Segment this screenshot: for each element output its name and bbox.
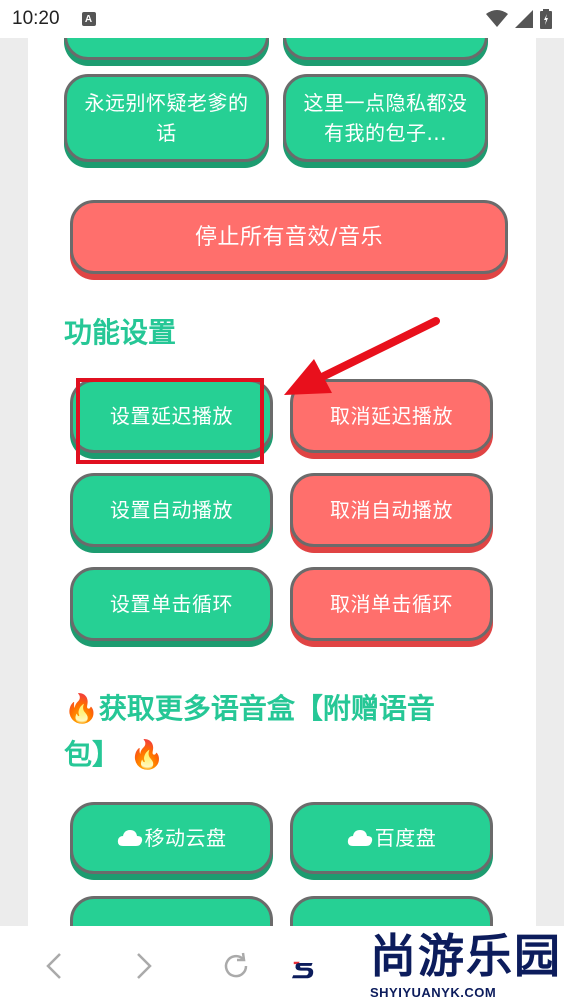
sound-button-label: 这里一点隐私都没有我的包子... (303, 91, 468, 145)
cloud-icon (347, 830, 372, 846)
notification-icon: A (81, 12, 96, 26)
wifi-icon (486, 10, 508, 27)
download-button-partial[interactable] (70, 896, 273, 926)
baidu-button[interactable]: 百度盘 (290, 802, 493, 874)
mobile-cloud-button[interactable]: 移动云盘 (70, 802, 273, 874)
sound-button-partial[interactable] (283, 38, 488, 60)
chevron-right-icon (137, 953, 152, 979)
cloud-icon (117, 830, 142, 846)
stop-all-button[interactable]: 停止所有音效/音乐 (70, 200, 508, 274)
stop-all-label: 停止所有音效/音乐 (195, 224, 383, 250)
set-auto-button[interactable]: 设置自动播放 (70, 473, 273, 547)
reload-icon (224, 952, 248, 978)
watermark-subtext: SHYIYUANYK.COM (370, 985, 497, 1000)
watermark-logo-icon (292, 961, 314, 979)
sound-button-label: 永远别怀疑老爹的话 (84, 91, 249, 145)
cancel-auto-button[interactable]: 取消自动播放 (290, 473, 493, 547)
sound-button-partial[interactable] (64, 38, 269, 60)
chevron-left-icon (46, 953, 61, 979)
more-title-line2-wrap: 包】 🔥 (64, 733, 165, 777)
cancel-auto-label: 取消自动播放 (330, 498, 453, 522)
back-button[interactable] (36, 948, 72, 984)
status-time: 10:20 (12, 8, 60, 29)
settings-title: 功能设置 (64, 316, 177, 349)
watermark-text: 尚游乐园 (370, 929, 562, 983)
set-auto-label: 设置自动播放 (110, 498, 233, 522)
more-title-line1: 获取更多语音盒【附赠语音 (98, 692, 435, 725)
highlight-box (76, 378, 264, 464)
download-button-partial[interactable] (290, 896, 493, 926)
sound-button[interactable]: 永远别怀疑老爹的话 (64, 74, 269, 162)
cancel-delay-label: 取消延迟播放 (330, 404, 453, 428)
cancel-loop-button[interactable]: 取消单击循环 (290, 567, 493, 641)
annotation-arrow-icon (284, 317, 440, 395)
status-bar: 10:20 A (0, 0, 564, 38)
mobile-cloud-label: 移动云盘 (144, 826, 227, 850)
set-loop-button[interactable]: 设置单击循环 (70, 567, 273, 641)
set-loop-label: 设置单击循环 (110, 592, 233, 616)
page-content[interactable]: 永远别怀疑老爹的话 这里一点隐私都没有我的包子... 停止所有音效/音乐 功能设… (28, 38, 536, 926)
baidu-label: 百度盘 (374, 826, 437, 850)
fire-icon: 🔥 (64, 692, 99, 725)
fire-icon: 🔥 (129, 738, 165, 771)
signal-icon (515, 10, 533, 28)
cancel-loop-label: 取消单击循环 (330, 592, 453, 616)
reload-button[interactable] (218, 948, 254, 984)
sound-button[interactable]: 这里一点隐私都没有我的包子... (283, 74, 488, 162)
battery-icon (540, 9, 552, 29)
more-title: 🔥获取更多语音盒【附赠语音 (64, 687, 514, 731)
more-title-line2: 包】 (64, 738, 121, 771)
forward-button[interactable] (126, 948, 162, 984)
